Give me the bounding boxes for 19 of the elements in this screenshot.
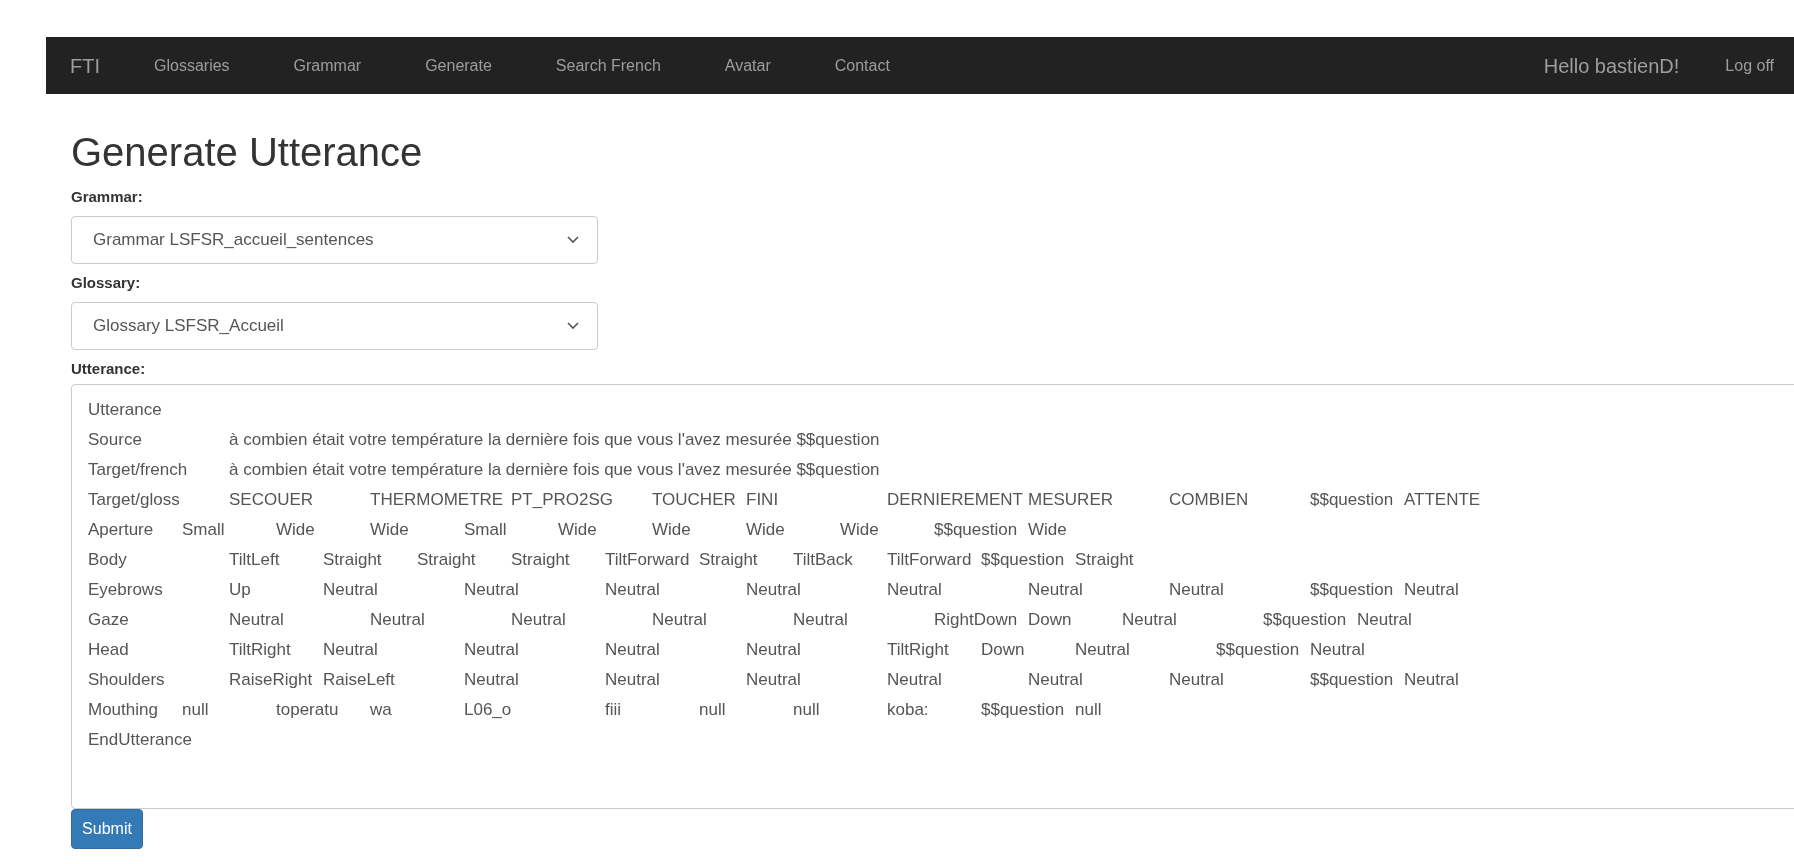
chevron-down-icon: [567, 322, 579, 330]
nav-link[interactable]: Search French: [555, 53, 661, 78]
nav-link[interactable]: Avatar: [724, 53, 771, 78]
chevron-down-icon: [567, 236, 579, 244]
nav-link[interactable]: Grammar: [293, 53, 362, 78]
nav-link[interactable]: Contact: [834, 53, 890, 78]
field-label: Utterance:: [71, 359, 146, 379]
page-title: Generate Utterance: [71, 129, 423, 176]
dropdown-field[interactable]: Grammar LSFSR_accueil_sentences: [71, 216, 598, 264]
utterance-text-area[interactable]: Utterance Source à combien était votre température la dernière fois que vous l'avez mesurée $$question Target/french à combien était votre température la dernière fois que vous l'avez mesurée $$question Target/gloss SECOUER THERMOMETRE PT_PRO2SG TOUCHER FINI DERNIEREMENT MESURER COMBIEN $$question ATTENTE Aperture Small Wide Wide Small Wide Wide Wide Wide $$question Wide Body TiltLeft Straight Straight Straight TiltForward Straight TiltBack TiltForward $$question Straight Eyebrows Up Neutral Neutral Neutral Neutral Neutral Neutral Neutral $$question Neutral Gaze Neutral Neutral Neutral Neutral Neutral RightDown Down Neutral $$question Neutral Head TiltRight Neutral Neutral Neutral Neutral TiltRight Down Neutral $$question Neutral Shoulders RaiseRight RaiseLeft Neutral Neutral Neutral Neutral Neutral Neutral $$question Neutral Mouthing null toperatu wa L06_o fiii null null koba: $$question null EndUtterance: [71, 384, 1794, 809]
log-off-link[interactable]: Log off: [1725, 53, 1774, 78]
submit-button[interactable]: Submit: [71, 809, 143, 849]
dropdown-field[interactable]: Glossary LSFSR_Accueil: [71, 302, 598, 350]
brand-link[interactable]: FTI: [70, 50, 100, 81]
field-label: Grammar:: [71, 187, 143, 207]
nav-link[interactable]: Glossaries: [154, 53, 230, 78]
nav-link[interactable]: Generate: [425, 53, 492, 78]
field-label: Glossary:: [71, 273, 141, 293]
greeting-link[interactable]: Hello bastienD!: [1543, 50, 1680, 81]
